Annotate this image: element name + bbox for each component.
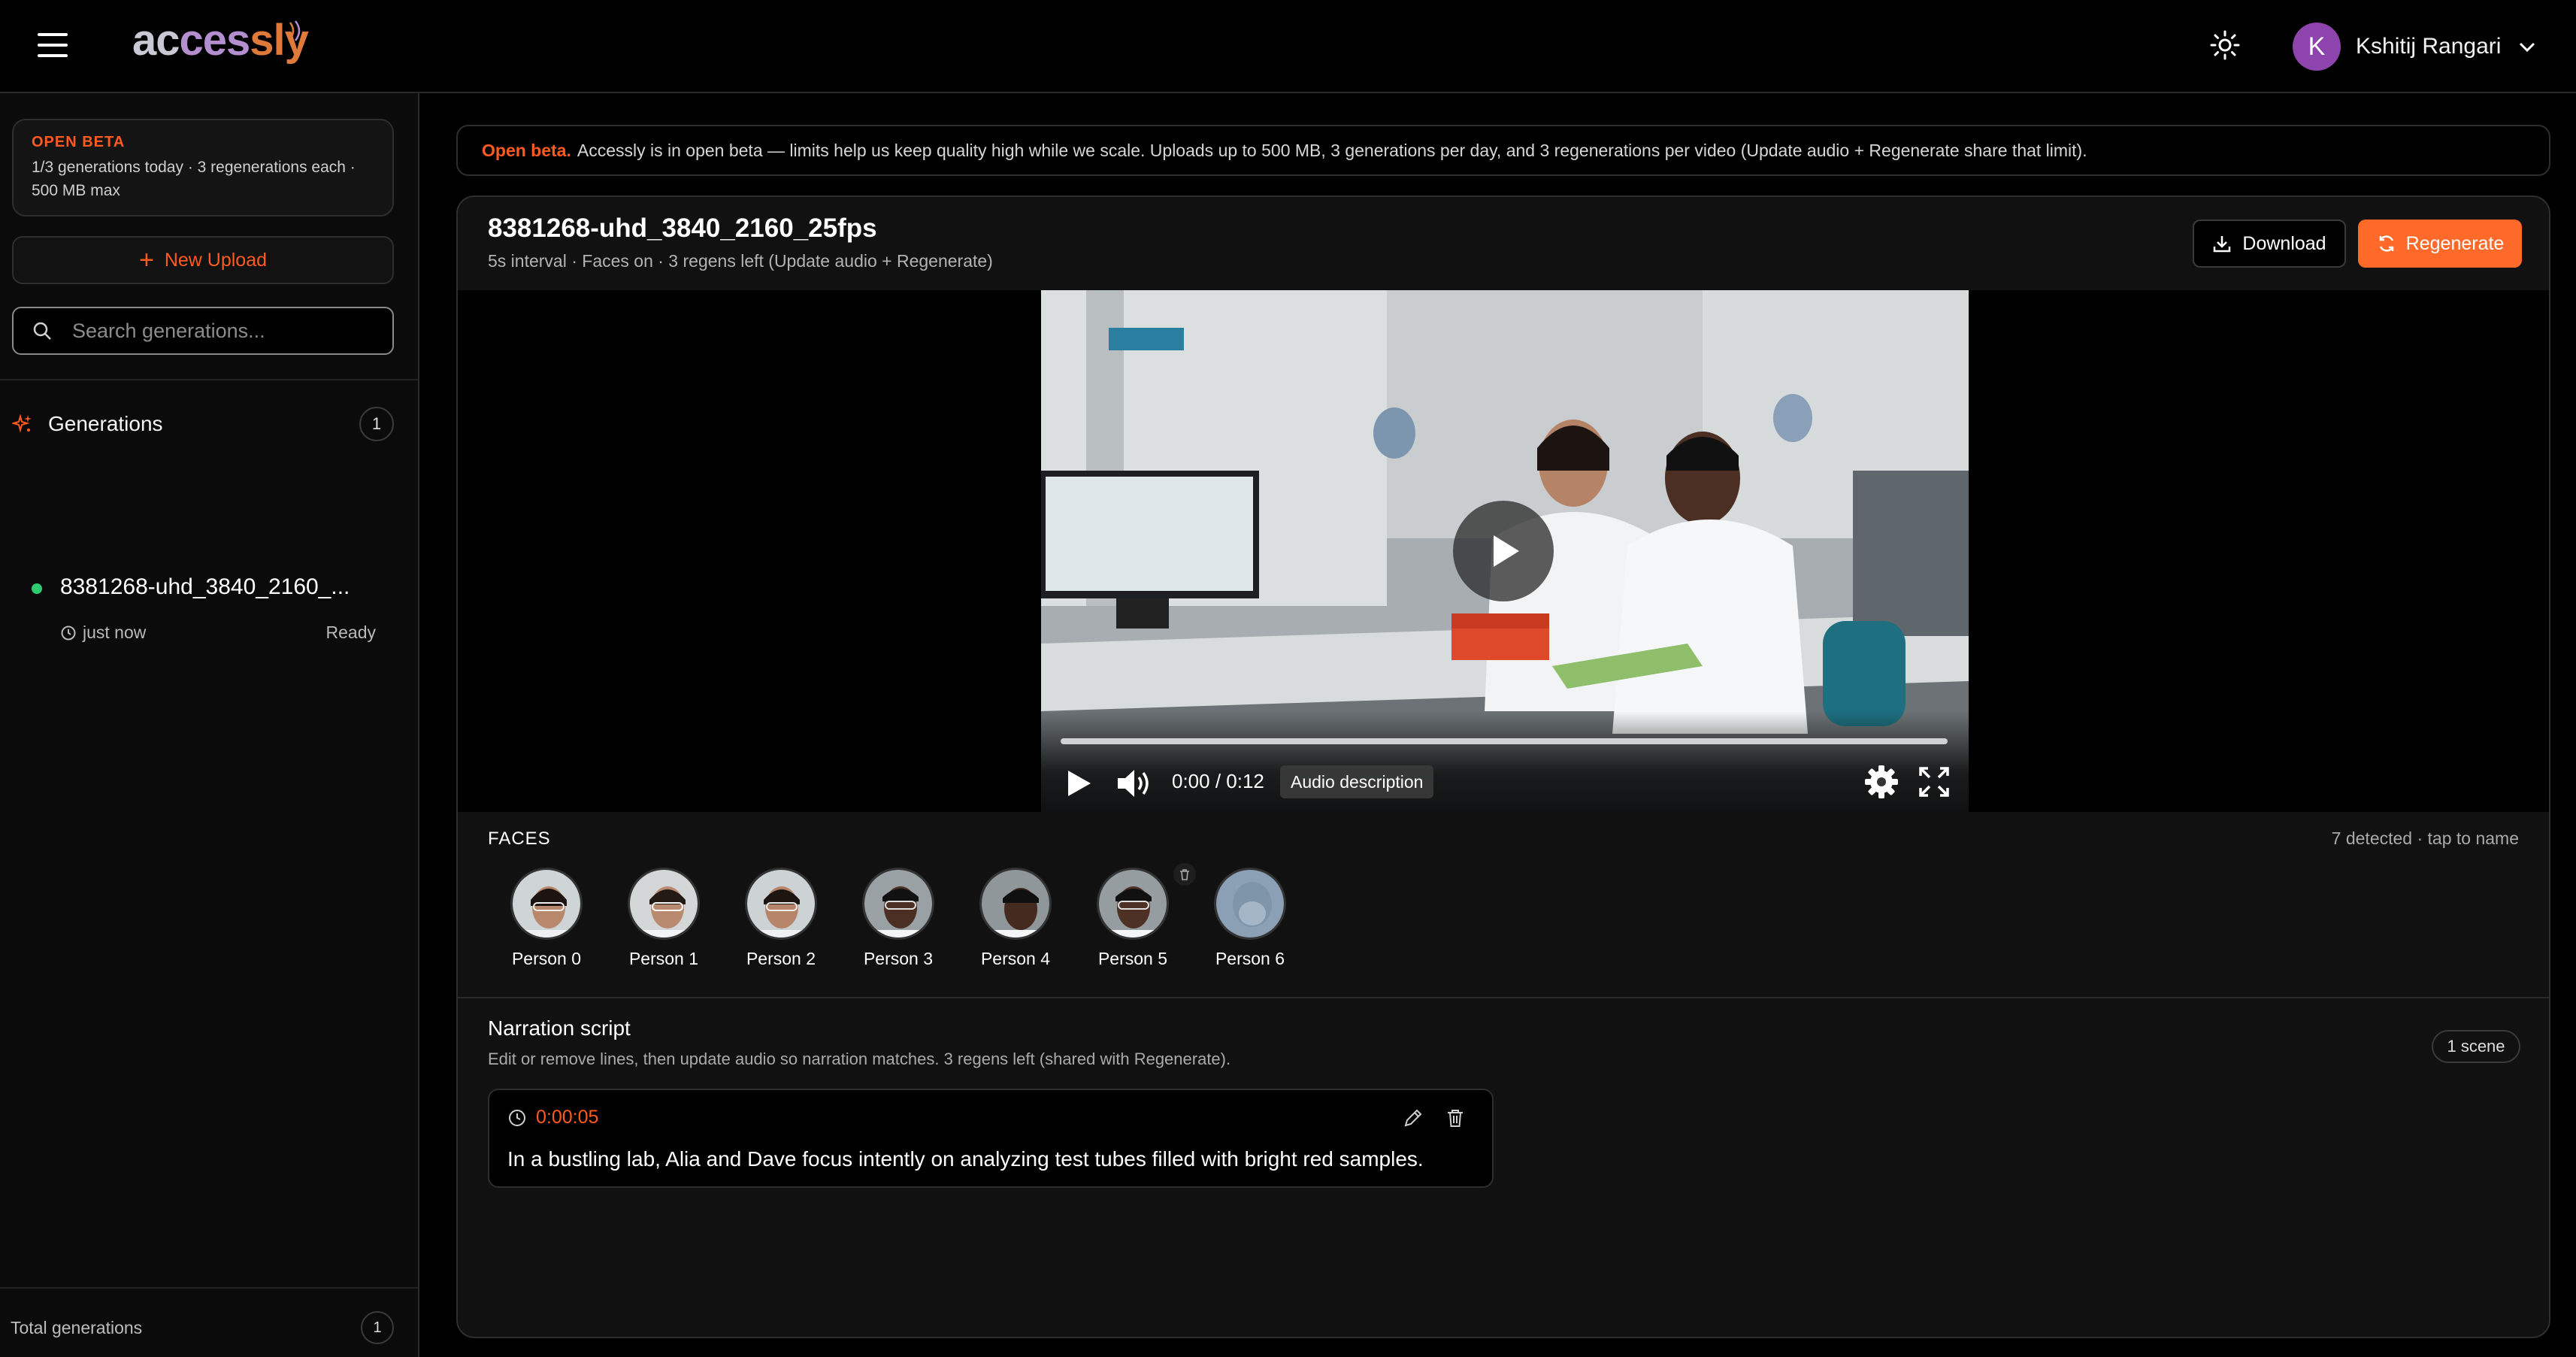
face-delete-button[interactable] — [1173, 863, 1196, 886]
top-header: accessly K Kshitij Rangari — [0, 0, 2576, 93]
total-generations-label: Total generations — [11, 1317, 143, 1337]
face-thumbnail — [1097, 868, 1169, 940]
narration-script-title: Narration script — [488, 1016, 631, 1040]
face-person-1[interactable]: Person 1 — [608, 868, 713, 968]
narration-script-subtitle: Edit or remove lines, then update audio … — [488, 1050, 1231, 1068]
trash-icon[interactable] — [1444, 1107, 1467, 1129]
beta-card-title: OPEN BETA — [32, 134, 126, 150]
new-upload-button[interactable]: + New Upload — [12, 236, 394, 284]
audio-description-button[interactable]: Audio description — [1280, 765, 1434, 798]
generation-time: just now — [60, 622, 146, 643]
regenerate-button[interactable]: Regenerate — [2358, 220, 2522, 268]
chevron-down-icon — [2520, 42, 2535, 53]
face-thumbnail — [510, 868, 583, 940]
new-upload-label: New Upload — [164, 249, 268, 271]
beta-banner: Open beta. Accessly is in open beta — li… — [456, 125, 2550, 176]
generations-title: Generations — [48, 412, 163, 435]
total-generations: Total generations 1 — [11, 1311, 394, 1344]
plus-icon: + — [138, 246, 154, 274]
sun-icon[interactable] — [2208, 29, 2242, 62]
video-player[interactable]: 0:00 / 0:12 Audio description — [1041, 290, 1969, 812]
pencil-icon[interactable] — [1402, 1107, 1424, 1129]
gear-icon[interactable] — [1863, 764, 1899, 800]
beta-card: OPEN BETA 1/3 generations today · 3 rege… — [12, 119, 394, 217]
video-area: 0:00 / 0:12 Audio description — [458, 290, 2549, 812]
faces-divider — [458, 997, 2549, 998]
sidebar-divider — [0, 379, 418, 380]
generation-panel: 8381268-uhd_3840_2160_25fps 5s interval … — [456, 195, 2550, 1338]
beta-card-text: 1/3 generations today · 3 regenerations … — [32, 159, 356, 199]
generation-list-item[interactable]: 8381268-uhd_3840_2160_... just now Ready — [12, 556, 394, 654]
script-line-text: In a bustling lab, Alia and Dave focus i… — [507, 1147, 1424, 1171]
play-icon[interactable] — [1064, 768, 1094, 798]
generations-header: Generations 1 — [12, 406, 394, 442]
refresh-icon — [2379, 235, 2393, 252]
search-box[interactable] — [12, 307, 394, 355]
video-time-display: 0:00 / 0:12 — [1172, 770, 1264, 792]
face-person-5[interactable]: Person 5 — [1077, 863, 1196, 968]
app-logo: accessly — [132, 16, 309, 65]
play-icon — [1494, 535, 1519, 567]
clock-icon — [509, 1109, 525, 1126]
user-menu[interactable]: K Kshitij Rangari — [2293, 21, 2537, 72]
scene-count-badge: 1 scene — [2432, 1030, 2520, 1063]
face-person-3[interactable]: Person 3 — [843, 868, 948, 968]
volume-icon[interactable] — [1115, 767, 1152, 800]
face-thumbnail — [745, 868, 817, 940]
sidebar-footer-divider — [0, 1287, 418, 1289]
avatar: K — [2293, 23, 2341, 71]
video-meta: 5s interval · Faces on · 3 regens left (… — [488, 251, 993, 271]
video-progress-bar[interactable] — [1061, 738, 1948, 744]
sidebar: OPEN BETA 1/3 generations today · 3 rege… — [0, 93, 419, 1357]
face-person-2[interactable]: Person 2 — [725, 868, 831, 968]
video-title: 8381268-uhd_3840_2160_25fps — [488, 214, 877, 243]
logo-sound-wave-icon — [289, 20, 301, 41]
clock-icon — [61, 625, 76, 640]
face-thumbnail — [1214, 868, 1286, 940]
face-thumbnail — [979, 868, 1052, 940]
face-person-4[interactable]: Person 4 — [960, 868, 1065, 968]
download-icon — [2214, 236, 2231, 253]
total-generations-count: 1 — [361, 1311, 394, 1344]
face-thumbnail — [628, 868, 700, 940]
fullscreen-icon[interactable] — [1918, 765, 1951, 798]
user-name: Kshitij Rangari — [2356, 34, 2502, 59]
beta-banner-strong: Open beta. — [482, 140, 571, 160]
script-line[interactable]: 0:00:05 In a bustling lab, Alia and Dave… — [488, 1089, 1494, 1188]
faces-label: FACES — [488, 828, 551, 849]
play-overlay-button[interactable] — [1453, 501, 1554, 601]
trash-icon — [1180, 869, 1189, 880]
face-person-0[interactable]: Person 0 — [491, 868, 596, 968]
faces-hint: 7 detected · tap to name — [2331, 828, 2519, 848]
face-thumbnail — [862, 868, 934, 940]
menu-icon[interactable] — [38, 33, 68, 57]
face-person-6[interactable]: Person 6 — [1194, 868, 1300, 968]
search-input[interactable] — [71, 318, 386, 344]
script-line-time: 0:00:05 — [507, 1107, 598, 1128]
generation-status: Ready — [325, 622, 376, 642]
sparkle-icon — [12, 413, 32, 433]
status-dot — [32, 583, 42, 594]
generation-name: 8381268-uhd_3840_2160_... — [60, 574, 350, 599]
beta-banner-text: Accessly is in open beta — limits help u… — [577, 140, 2087, 160]
video-controls: 0:00 / 0:12 Audio description — [1041, 711, 1969, 812]
search-icon — [33, 322, 51, 340]
download-button[interactable]: Download — [2193, 220, 2346, 268]
generations-count-badge: 1 — [359, 407, 394, 441]
